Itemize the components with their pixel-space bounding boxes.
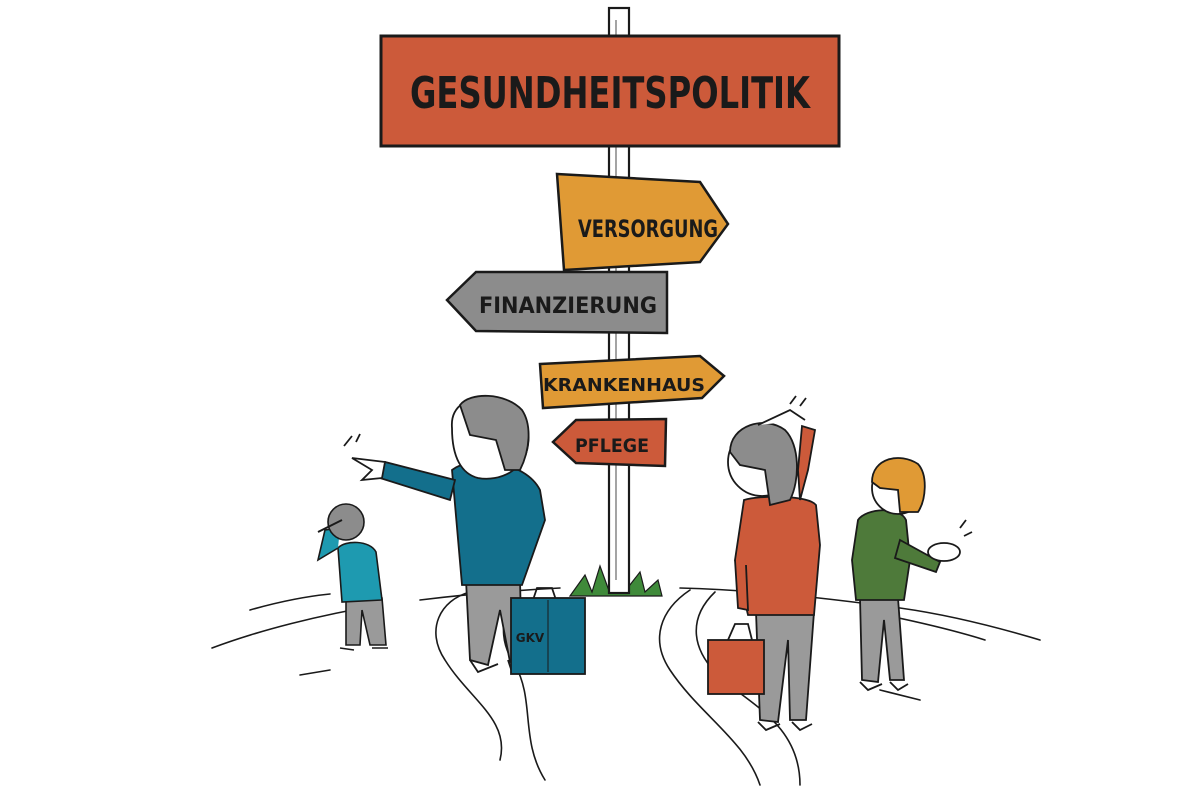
- arrow-sign-finanzierung: FINANZIERUNG: [445, 270, 669, 335]
- main-sign-label: GESUNDHEITSPOLITIK: [410, 68, 811, 119]
- ground-lines: [211, 587, 1041, 786]
- arrow-sign-versorgung: VERSORGUNG: [555, 172, 730, 272]
- child-figure: [316, 503, 388, 651]
- arrow-sign-label: FINANZIERUNG: [479, 294, 657, 319]
- red-bag: [707, 623, 765, 695]
- gkv-briefcase-label: GKV: [516, 631, 545, 645]
- arrow-sign-krankenhaus: KRANKENHAUS: [538, 354, 726, 410]
- gkv-briefcase: GKV: [510, 587, 586, 675]
- arrow-sign-label: VERSORGUNG: [578, 215, 718, 243]
- arrow-sign-label: KRANKENHAUS: [543, 375, 705, 396]
- woman-green-figure: [851, 457, 973, 692]
- illustration: GESUNDHEITSPOLITIK VERSORGUNG FINANZIERU…: [211, 6, 1041, 786]
- arrow-sign-pflege: PFLEGE: [551, 417, 668, 468]
- main-sign: GESUNDHEITSPOLITIK: [379, 34, 841, 148]
- arrow-sign-label: PFLEGE: [575, 435, 649, 457]
